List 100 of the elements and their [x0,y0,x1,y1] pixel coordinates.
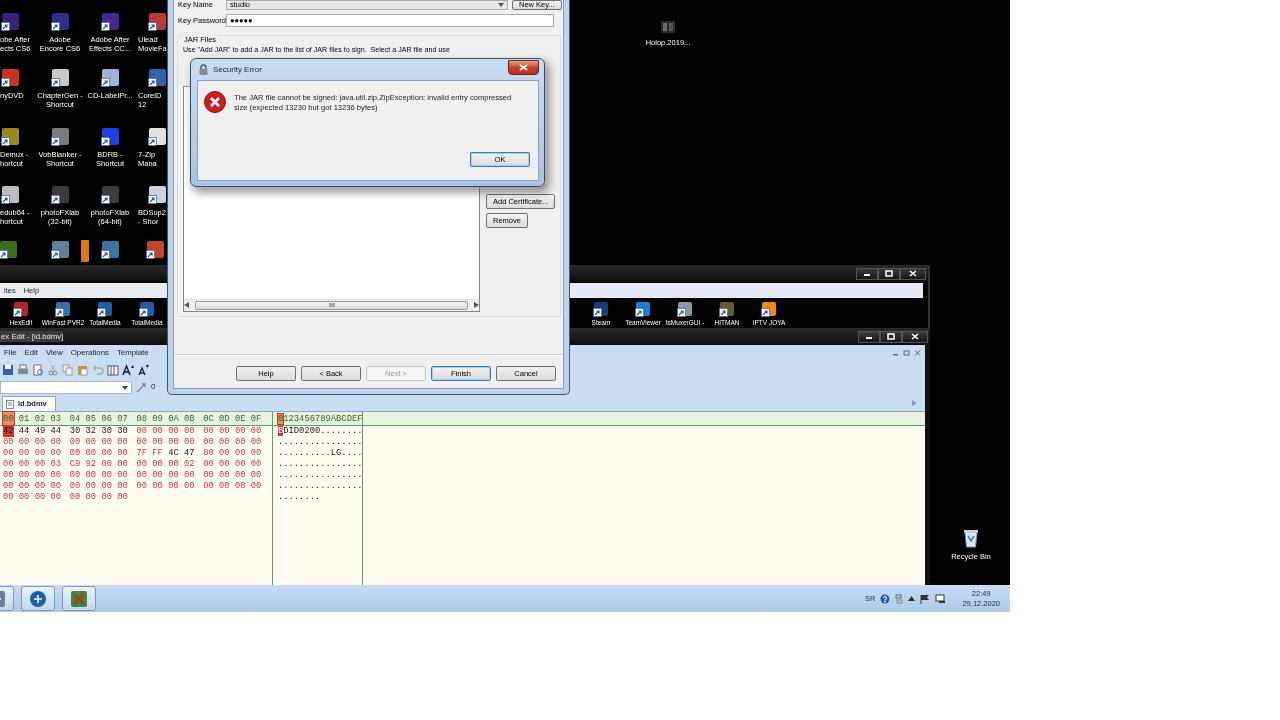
hex-byte[interactable]: 00 [234,437,246,448]
shortcut-icon[interactable] [0,185,20,204]
hex-byte[interactable]: 00 [203,426,214,437]
hex-byte[interactable]: 00 [3,437,14,448]
hex-byte[interactable]: 00 [234,448,246,459]
hex-byte[interactable]: 00 [69,492,81,503]
go-to-icon[interactable] [136,381,147,393]
hex-byte[interactable]: 30 [69,426,81,437]
minimize-button[interactable] [858,330,880,343]
hex-byte[interactable]: 00 [34,459,46,470]
hex-byte[interactable]: 00 [85,492,97,503]
hex-byte[interactable]: 7F [136,448,148,459]
hex-byte[interactable]: 00 [219,481,230,492]
hex-byte[interactable]: 00 [250,448,262,459]
hex-byte[interactable]: 00 [219,470,230,481]
hex-byte[interactable]: 00 [168,470,179,481]
hex-byte[interactable]: 00 [183,437,195,448]
taskbar-button[interactable] [62,586,96,611]
network-icon[interactable] [935,593,948,604]
hex-byte[interactable]: 00 [101,481,112,492]
hex-byte[interactable]: 00 [34,481,46,492]
hex-byte[interactable]: 00 [69,470,81,481]
hex-byte[interactable]: 00 [136,470,148,481]
hex-byte[interactable]: 00 [219,437,230,448]
hex-byte[interactable]: 00 [101,470,112,481]
hex-byte[interactable]: 00 [50,437,61,448]
restore-icon[interactable] [903,350,910,356]
hex-byte[interactable]: FF [152,448,163,459]
hex-byte[interactable]: 00 [152,459,163,470]
hex-byte[interactable]: 00 [168,437,179,448]
hex-byte[interactable]: 00 [34,470,46,481]
scroll-thumb[interactable] [195,300,468,310]
hex-byte[interactable]: 00 [152,470,163,481]
shortcut-icon[interactable] [147,12,167,31]
hex-byte[interactable]: 00 [18,459,30,470]
hex-byte[interactable]: 32 [85,426,97,437]
hex-byte[interactable]: 00 [234,426,246,437]
shortcut-icon[interactable] [0,68,20,87]
flag-icon[interactable] [920,593,931,604]
dropdown-arrow-icon[interactable] [122,385,128,390]
print-icon[interactable] [17,364,29,376]
hex-byte[interactable]: 00 [50,492,61,503]
shortcut-icon[interactable] [0,240,18,259]
hex-byte[interactable]: 00 [219,448,230,459]
hex-byte[interactable]: 00 [117,481,128,492]
shortcut-icon[interactable] [100,127,120,146]
hex-byte[interactable]: 00 [152,426,163,437]
shortcut-icon[interactable] [50,240,70,259]
hex-byte[interactable]: 00 [203,470,214,481]
hex-byte[interactable]: 00 [117,492,128,503]
hex-byte[interactable]: 00 [3,481,14,492]
close-button[interactable] [902,330,928,343]
hex-byte[interactable]: 00 [234,459,246,470]
shortcut-icon[interactable] [147,127,167,146]
hex-byte[interactable]: 00 [250,459,262,470]
hex-byte[interactable]: 00 [219,459,230,470]
maximize-button[interactable] [878,267,900,280]
shortcut-icon[interactable] [100,185,120,204]
taskbar-button[interactable] [21,586,55,611]
print-preview-icon[interactable] [32,364,44,376]
shortcut-icon[interactable] [50,127,70,146]
address-field[interactable] [0,380,132,394]
hex-byte[interactable]: 42 [3,426,14,437]
hex-byte[interactable]: 00 [152,437,163,448]
shortcut-icon[interactable] [147,185,167,204]
hex-byte[interactable]: 00 [3,448,14,459]
hex-byte[interactable]: 92 [85,459,97,470]
hex-byte[interactable]: 00 [168,481,179,492]
hex-byte[interactable]: 49 [34,426,46,437]
hex-byte[interactable]: 30 [117,426,128,437]
hex-byte[interactable]: 00 [18,481,30,492]
font-smaller-icon[interactable] [137,364,149,376]
hex-byte[interactable]: 00 [219,426,230,437]
hex-byte[interactable]: 00 [136,426,148,437]
hex-byte[interactable]: 00 [85,470,97,481]
columns-icon[interactable] [107,364,119,376]
shortcut-icon[interactable] [593,301,609,317]
shortcut-icon[interactable] [139,301,155,317]
help-icon[interactable] [880,593,891,604]
hex-byte[interactable]: 00 [117,459,128,470]
hex-byte[interactable]: 00 [117,448,128,459]
dropdown-arrow-icon[interactable] [498,3,504,7]
hex-byte[interactable]: 00 [136,481,148,492]
hex-byte[interactable]: 00 [101,459,112,470]
hex-byte[interactable]: 00 [250,481,262,492]
minimize-button[interactable] [856,267,878,280]
shortcut-icon[interactable] [100,68,120,87]
hex-byte[interactable]: 00 [234,470,246,481]
hex-byte[interactable]: 4C [168,448,179,459]
hex-byte[interactable]: 00 [250,426,262,437]
hex-byte[interactable]: 00 [69,448,81,459]
hex-byte[interactable]: 44 [18,426,30,437]
hex-byte[interactable]: 00 [183,470,195,481]
hex-byte[interactable]: 00 [85,481,97,492]
hex-byte[interactable]: 00 [85,448,97,459]
hex-byte[interactable]: 00 [250,470,262,481]
hex-byte[interactable]: 00 [136,459,148,470]
shortcut-icon[interactable] [0,12,20,31]
shortcut-icon[interactable] [677,301,693,317]
hex-byte[interactable]: 00 [101,448,112,459]
